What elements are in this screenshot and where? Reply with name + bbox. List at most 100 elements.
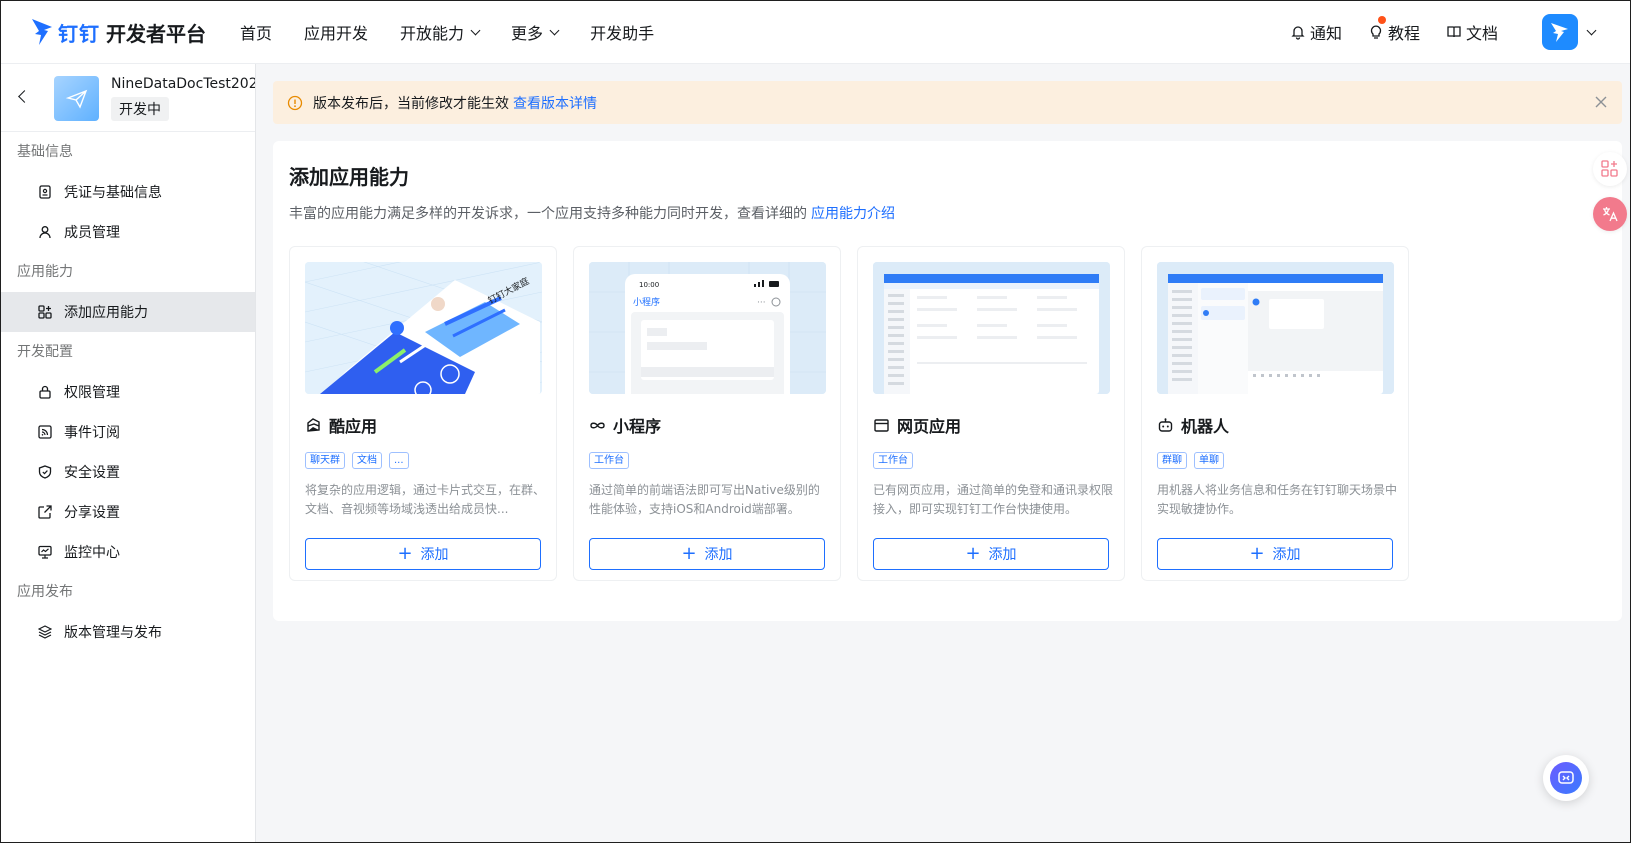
cool-app-illustration-graphic: 钉钉大家庭 <box>305 262 542 394</box>
tag: 单聊 <box>1194 452 1224 469</box>
web-app-illustration-graphic <box>873 262 1110 394</box>
status-badge: 开发中 <box>111 97 169 121</box>
card-title: 小程序 <box>589 413 661 437</box>
translate-button[interactable] <box>1593 197 1627 231</box>
capability-card-robot: 机器人 群聊 单聊 用机器人将业务信息和任务在钉钉聊天场景中实现敏捷协作。 + 添… <box>1141 246 1409 581</box>
section-title-basic-info: 基础信息 <box>17 144 73 160</box>
capability-card-mini-program: 10:00 小程序 ··· 小程序 工作台 通过简单的前端语法即可写出Nativ… <box>573 246 841 581</box>
paper-plane-icon <box>65 89 87 109</box>
close-icon[interactable] <box>1594 95 1608 109</box>
app-name: NineDataDocTest20260 <box>111 76 255 92</box>
robot-icon <box>1158 417 1173 432</box>
nav-dev-assistant[interactable]: 开发助手 <box>590 20 654 44</box>
cool-app-icon <box>307 417 320 432</box>
translate-icon <box>1603 207 1618 222</box>
lock-icon <box>39 385 51 399</box>
app-icon <box>54 76 99 121</box>
tag: 工作台 <box>589 452 629 469</box>
apps-grid-icon <box>1601 160 1618 177</box>
chevron-down-icon <box>549 25 560 35</box>
notifications-button[interactable]: 通知 <box>1290 20 1342 44</box>
book-icon <box>1447 26 1461 38</box>
panel-description: 丰富的应用能力满足多样的开发诉求，一个应用支持多种能力同时开发，查看详细的 应用能… <box>289 206 895 222</box>
platform-name: 开发者平台 <box>106 21 206 46</box>
nav-home[interactable]: 首页 <box>240 20 272 44</box>
assistant-chat-button[interactable] <box>1543 755 1589 801</box>
section-title-app-release: 应用发布 <box>17 584 73 600</box>
chevron-down-icon <box>470 25 481 35</box>
phone-screen-title: 小程序 <box>633 296 660 308</box>
tag: 文档 <box>352 452 382 469</box>
card-tags: 聊天群 文档 ... <box>305 452 416 469</box>
sidebar-item-credentials[interactable]: 凭证与基础信息 <box>0 172 255 212</box>
nav-open-capabilities[interactable]: 开放能力 <box>400 20 481 44</box>
user-icon <box>39 226 51 239</box>
floating-tools <box>1593 152 1627 242</box>
lightbulb-icon <box>1370 25 1382 39</box>
add-cool-app-button[interactable]: + 添加 <box>305 538 541 570</box>
dingtalk-wing-icon <box>1551 23 1568 42</box>
sidebar-item-permissions[interactable]: 权限管理 <box>0 372 255 412</box>
sidebar-item-members[interactable]: 成员管理 <box>0 212 255 252</box>
phone-time: 10:00 <box>639 281 659 289</box>
tutorial-button[interactable]: 教程 <box>1368 16 1420 44</box>
sidebar-item-add-capability[interactable]: 添加应用能力 <box>0 292 255 332</box>
card-description: 通过简单的前端语法即可写出Native级别的性能体验，支持iOS和Android… <box>589 483 820 516</box>
card-description: 用机器人将业务信息和任务在钉钉聊天场景中实现敏捷协作。 <box>1157 483 1397 516</box>
capability-intro-link[interactable]: 应用能力介绍 <box>811 206 895 222</box>
rss-icon <box>38 425 52 439</box>
user-menu[interactable] <box>1542 14 1597 50</box>
robot-illustration-graphic <box>1157 262 1394 394</box>
add-robot-button[interactable]: + 添加 <box>1157 538 1393 570</box>
avatar <box>1542 14 1578 50</box>
docs-button[interactable]: 文档 <box>1446 20 1498 44</box>
add-web-app-button[interactable]: + 添加 <box>873 538 1109 570</box>
plus-icon: + <box>965 543 981 564</box>
plus-icon: + <box>681 543 697 564</box>
sidebar-item-version-release[interactable]: 版本管理与发布 <box>0 612 255 652</box>
nav-more[interactable]: 更多 <box>511 20 560 44</box>
share-icon <box>38 505 52 519</box>
card-tags: 群聊 单聊 <box>1157 452 1231 469</box>
chevron-down-icon <box>1586 25 1597 35</box>
robot-illustration <box>1157 262 1394 394</box>
top-navigation-bar: 钉钉 开发者平台 首页 应用开发 开放能力 更多 开发助手 通知 教程 文档 <box>0 0 1631 64</box>
sidebar-item-monitoring[interactable]: 监控中心 <box>0 532 255 572</box>
mini-program-illustration: 10:00 小程序 ··· <box>589 262 826 394</box>
back-arrow-icon[interactable] <box>18 90 31 103</box>
notice-text: 版本发布后，当前修改才能生效 <box>313 95 509 112</box>
card-tags: 工作台 <box>873 452 920 469</box>
svg-text:···: ··· <box>757 298 766 308</box>
sidebar-item-share[interactable]: 分享设置 <box>0 492 255 532</box>
card-description: 已有网页应用，通过简单的免登和通讯录权限接入，即可实现钉钉工作台快捷使用。 <box>873 483 1113 516</box>
tag-more[interactable]: ... <box>389 452 409 469</box>
card-tags: 工作台 <box>589 452 636 469</box>
section-title-app-capabilities: 应用能力 <box>17 264 73 280</box>
assistant-icon-bg <box>1550 762 1582 794</box>
release-notice-banner: 版本发布后，当前修改才能生效 查看版本详情 <box>273 81 1622 124</box>
section-title-dev-config: 开发配置 <box>17 344 73 360</box>
sidebar-item-security[interactable]: 安全设置 <box>0 452 255 492</box>
tag: 聊天群 <box>305 452 345 469</box>
nav-app-development[interactable]: 应用开发 <box>304 20 368 44</box>
dingtalk-logo[interactable]: 钉钉 开发者平台 <box>30 14 206 50</box>
app-header: NineDataDocTest20260 开发中 <box>0 64 255 132</box>
apps-shortcut-button[interactable] <box>1593 152 1627 186</box>
bell-icon <box>1291 26 1305 40</box>
view-version-details-link[interactable]: 查看版本详情 <box>513 93 597 113</box>
sidebar: NineDataDocTest20260 开发中 基础信息 凭证与基础信息 成员… <box>0 64 256 843</box>
add-capability-panel: 添加应用能力 丰富的应用能力满足多样的开发诉求，一个应用支持多种能力同时开发，查… <box>273 141 1622 621</box>
add-mini-program-button[interactable]: + 添加 <box>589 538 825 570</box>
info-icon <box>287 95 303 110</box>
capability-card-web-app: 网页应用 工作台 已有网页应用，通过简单的免登和通讯录权限接入，即可实现钉钉工作… <box>857 246 1125 581</box>
plus-icon: + <box>397 543 413 564</box>
credential-icon <box>39 185 51 199</box>
card-title: 机器人 <box>1157 413 1229 437</box>
card-description: 将复杂的应用逻辑，通过卡片式交互，在群、文档、音视频等场域浅透出给成员快... <box>305 483 545 516</box>
page-title: 添加应用能力 <box>289 165 409 189</box>
apps-add-icon <box>38 305 52 319</box>
chat-bot-icon <box>1558 771 1574 784</box>
sidebar-item-event-subscription[interactable]: 事件订阅 <box>0 412 255 452</box>
card-title: 网页应用 <box>873 413 961 437</box>
tag: 群聊 <box>1157 452 1187 469</box>
